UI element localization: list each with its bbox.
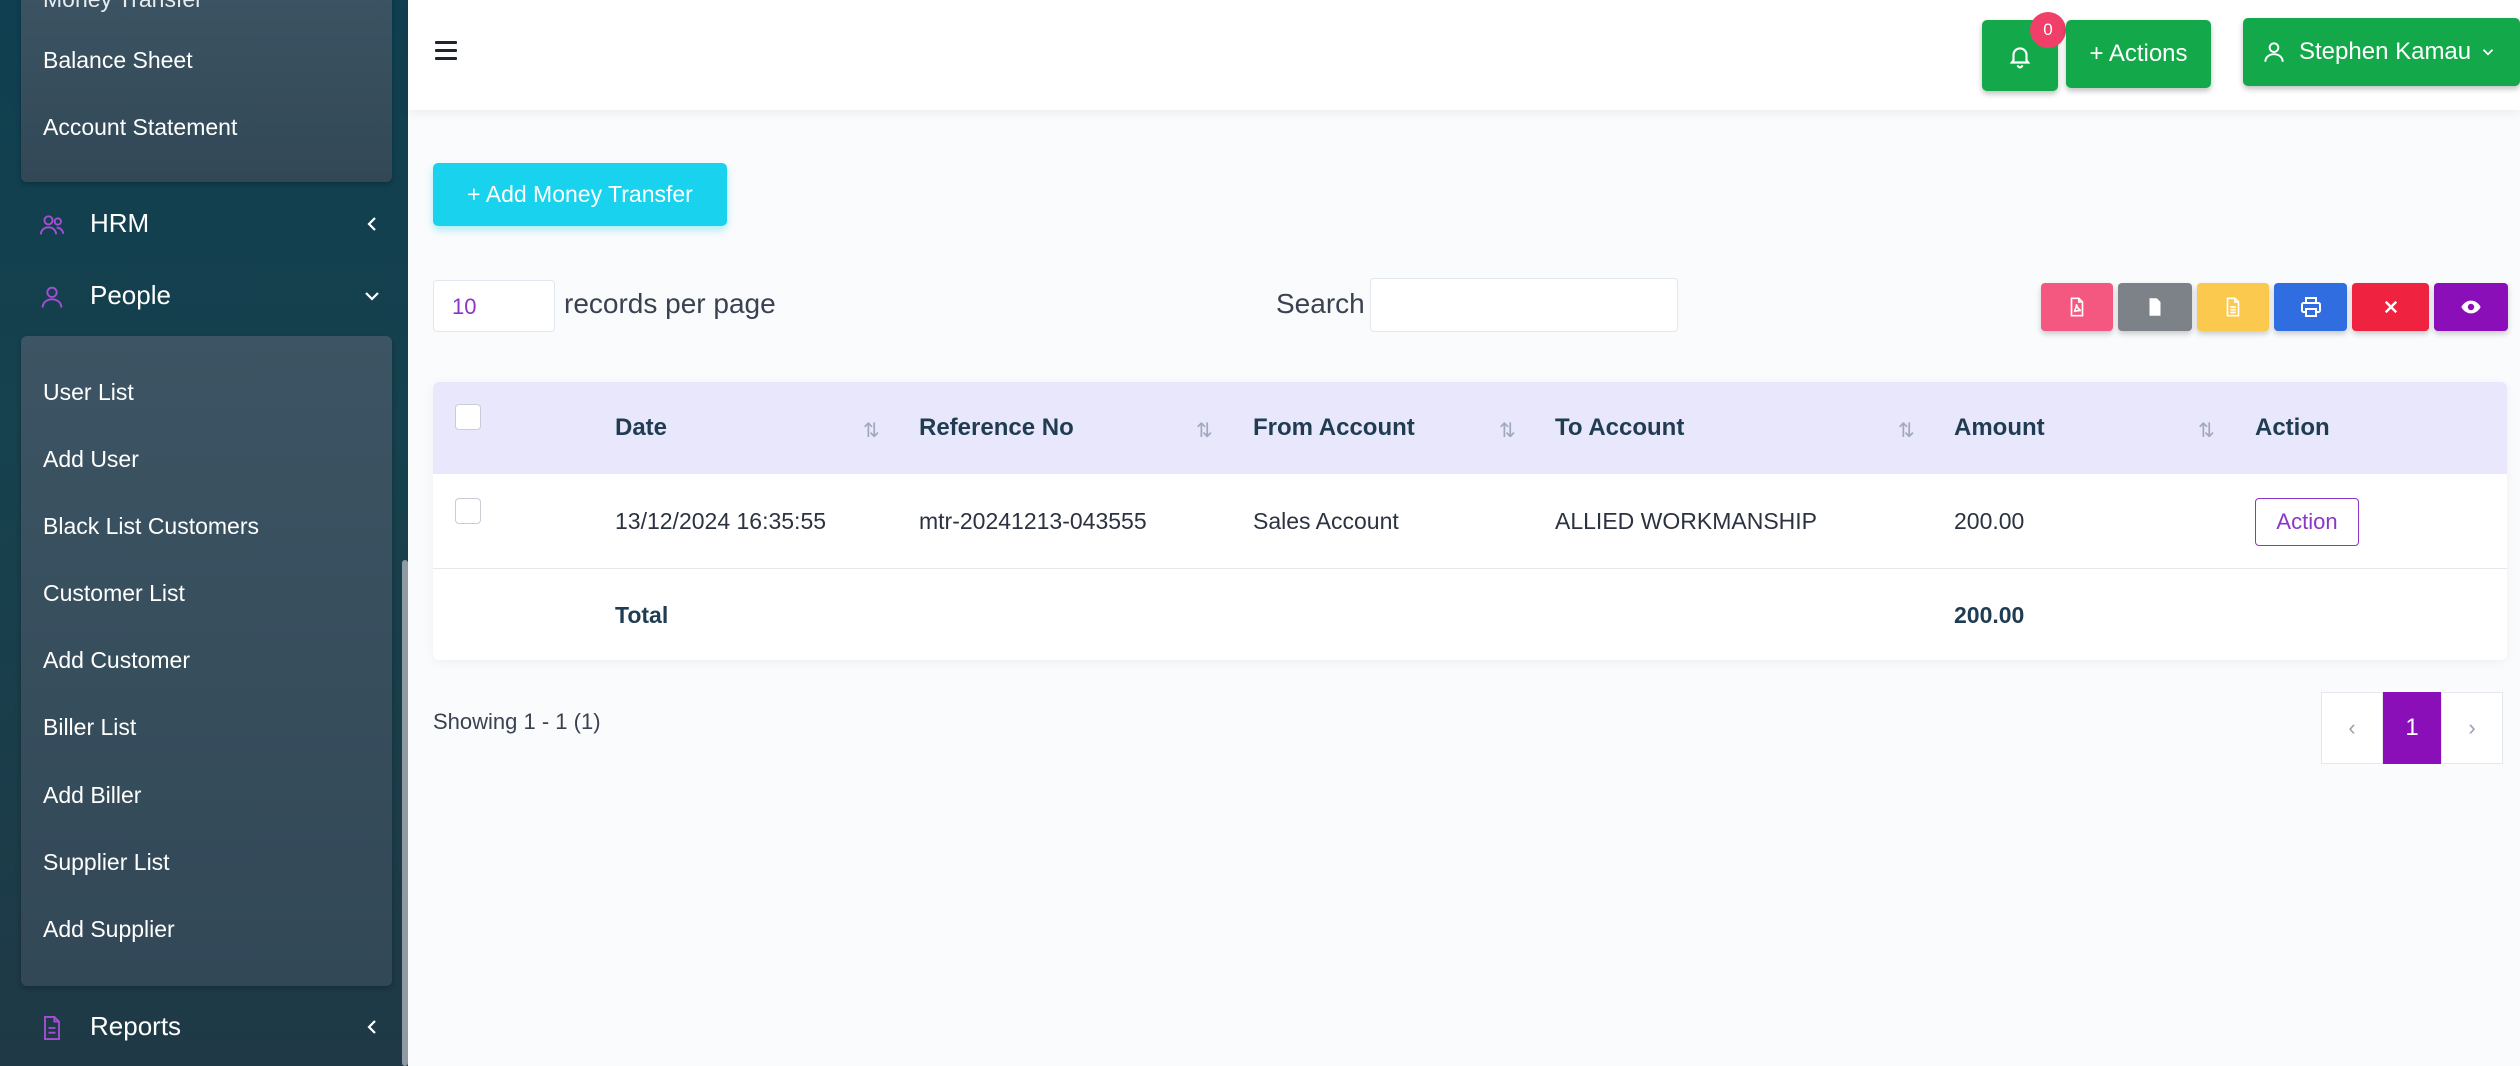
notification-count-badge: 0 — [2030, 12, 2066, 48]
accounting-submenu — [21, 0, 392, 182]
file-pdf-icon — [2070, 297, 2084, 317]
column-header-amount[interactable]: Amount — [1954, 414, 2045, 442]
table-header-row — [433, 382, 2507, 474]
money-transfer-table: Date ⇅ Reference No ⇅ From Account ⇅ To … — [433, 382, 2507, 660]
column-header-to-account[interactable]: To Account — [1555, 414, 1684, 442]
sidebar-scrollbar[interactable] — [402, 560, 408, 1066]
actions-label: + Actions — [2089, 40, 2188, 67]
user-menu-button[interactable]: Stephen Kamau — [2243, 18, 2520, 86]
chevron-down-icon — [2482, 49, 2494, 56]
sidebar: Money Transfer Balance Sheet Account Sta… — [0, 0, 408, 1066]
total-amount: 200.00 — [1954, 602, 2025, 628]
user-icon — [2264, 42, 2284, 62]
sidebar-item-balance-sheet[interactable]: Balance Sheet — [43, 47, 193, 74]
sidebar-item-label: People — [90, 280, 171, 310]
select-all-checkbox[interactable] — [455, 404, 481, 430]
sidebar-item-account-statement[interactable]: Account Statement — [43, 114, 237, 141]
sidebar-item-biller-list[interactable]: Biller List — [43, 714, 136, 741]
sort-icon[interactable]: ⇅ — [2198, 418, 2220, 442]
next-page-button[interactable]: › — [2441, 692, 2503, 764]
records-per-page-select[interactable]: 10 — [433, 280, 555, 332]
column-header-date[interactable]: Date — [615, 414, 667, 442]
menu-toggle-icon[interactable] — [435, 41, 457, 61]
sort-icon[interactable]: ⇅ — [863, 418, 885, 442]
cell-reference-no: mtr-20241213-043555 — [919, 508, 1147, 534]
chevron-down-icon — [365, 292, 379, 301]
sidebar-item-reports[interactable]: Reports — [0, 997, 408, 1057]
add-money-transfer-label: + Add Money Transfer — [467, 181, 693, 207]
pagination-info: Showing 1 - 1 (1) — [433, 709, 601, 734]
sidebar-item-black-list-customers[interactable]: Black List Customers — [43, 513, 259, 540]
eye-icon — [2461, 300, 2481, 314]
sidebar-item-customer-list[interactable]: Customer List — [43, 580, 185, 607]
sort-icon[interactable]: ⇅ — [1196, 418, 1218, 442]
file-excel-icon — [2226, 297, 2240, 317]
sidebar-item-people[interactable]: People — [0, 266, 408, 326]
sidebar-item-money-transfer[interactable]: Money Transfer — [43, 0, 203, 13]
chevron-left-icon — [367, 217, 376, 231]
sidebar-item-supplier-list[interactable]: Supplier List — [43, 849, 170, 876]
close-icon — [2384, 300, 2397, 314]
printer-icon — [2300, 297, 2321, 317]
sidebar-item-label: HRM — [90, 208, 150, 238]
cell-from-account: Sales Account — [1253, 508, 1399, 534]
search-label: Search — [1276, 288, 1365, 319]
total-label: Total — [615, 602, 669, 628]
search-input[interactable] — [1370, 278, 1678, 332]
sidebar-item-user-list[interactable]: User List — [43, 379, 134, 406]
user-icon — [41, 286, 63, 308]
export-csv-button[interactable] — [2118, 283, 2192, 331]
sidebar-item-add-biller[interactable]: Add Biller — [43, 782, 141, 809]
previous-page-button[interactable]: ‹ — [2321, 692, 2383, 764]
row-checkbox[interactable] — [455, 498, 481, 524]
cell-to-account: ALLIED WORKMANSHIP — [1555, 508, 1817, 534]
pagination: ‹ 1 › — [2321, 692, 2503, 764]
row-action-button[interactable]: Action — [2255, 498, 2359, 546]
add-money-transfer-button[interactable]: + Add Money Transfer — [433, 163, 727, 226]
export-pdf-button[interactable] — [2041, 283, 2113, 331]
sidebar-item-add-user[interactable]: Add User — [43, 446, 139, 473]
file-report-icon — [44, 1015, 60, 1041]
cell-date: 13/12/2024 16:35:55 — [615, 508, 827, 534]
page-button-current[interactable]: 1 — [2383, 692, 2441, 764]
sort-icon[interactable]: ⇅ — [1499, 418, 1521, 442]
actions-button[interactable]: + Actions — [2066, 20, 2211, 88]
chevron-left-icon — [367, 1020, 376, 1034]
user-name: Stephen Kamau — [2299, 38, 2472, 65]
clear-button[interactable] — [2352, 283, 2429, 331]
column-visibility-button[interactable] — [2434, 283, 2508, 331]
bell-icon — [2009, 46, 2031, 68]
sidebar-item-hrm[interactable]: HRM — [0, 194, 408, 254]
file-icon — [2149, 298, 2161, 316]
sidebar-item-add-customer[interactable]: Add Customer — [43, 647, 190, 674]
sidebar-item-label: Reports — [90, 1011, 182, 1041]
records-per-page-label: records per page — [564, 288, 776, 319]
print-button[interactable] — [2274, 283, 2347, 331]
column-header-from-account[interactable]: From Account — [1253, 414, 1415, 442]
column-header-reference-no[interactable]: Reference No — [919, 414, 1074, 442]
users-icon — [39, 215, 65, 235]
sort-icon[interactable]: ⇅ — [1898, 418, 1920, 442]
row-divider — [433, 568, 2507, 569]
column-header-action: Action — [2255, 414, 2330, 441]
cell-amount: 200.00 — [1954, 508, 2025, 534]
sidebar-item-add-supplier[interactable]: Add Supplier — [43, 916, 175, 943]
export-excel-button[interactable] — [2197, 283, 2269, 331]
